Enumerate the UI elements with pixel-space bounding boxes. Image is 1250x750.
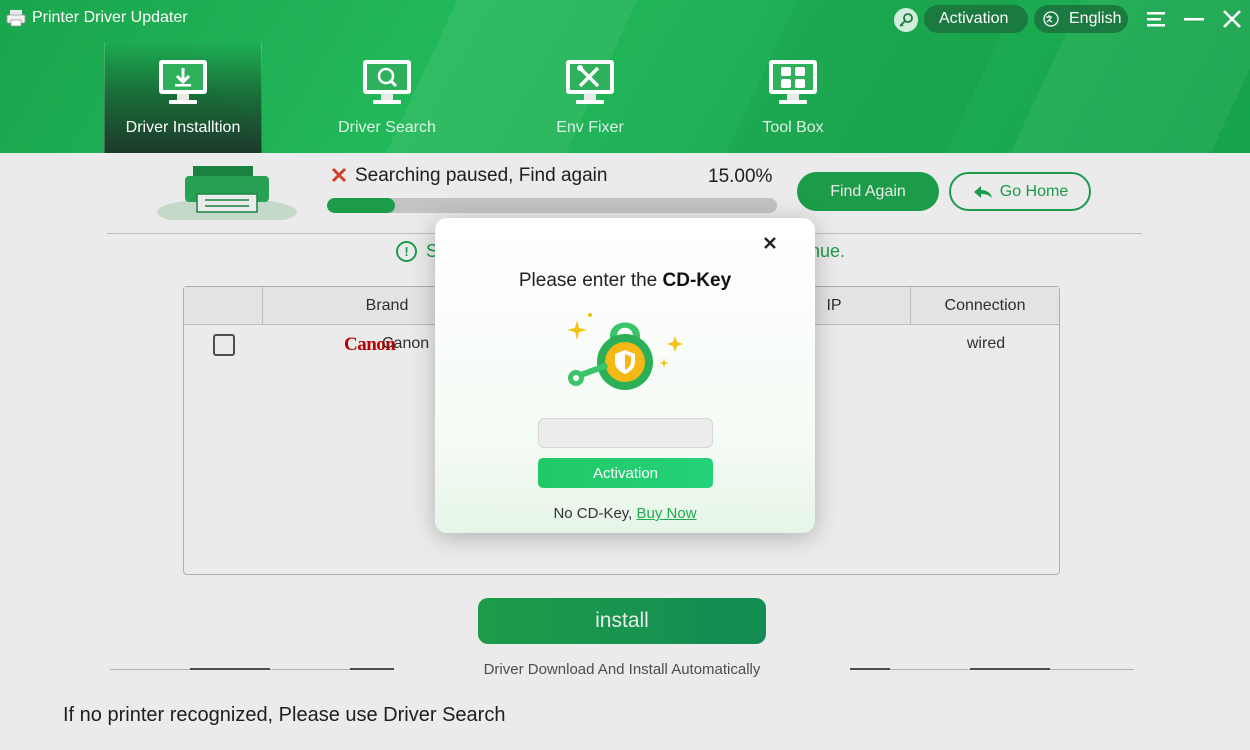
printer-app-icon xyxy=(6,10,26,27)
tab-label: Env Fixer xyxy=(556,119,624,136)
dialog-activation-button[interactable]: Activation xyxy=(538,458,713,488)
translate-icon xyxy=(1043,11,1059,27)
search-monitor-icon xyxy=(363,60,411,104)
tab-driver-search[interactable]: Driver Search xyxy=(308,42,466,153)
dialog-title: Please enter the CD-Key xyxy=(435,270,815,292)
language-label: English xyxy=(1069,10,1122,27)
minimize-button[interactable] xyxy=(1182,8,1206,30)
close-icon xyxy=(1223,10,1241,28)
cd-key-input[interactable] xyxy=(538,418,713,448)
close-icon xyxy=(764,237,776,249)
tab-label: Tool Box xyxy=(762,119,824,136)
menu-button[interactable] xyxy=(1144,8,1168,30)
activation-label: Activation xyxy=(939,10,1009,27)
lock-key-icon xyxy=(567,313,683,390)
buy-now-link[interactable]: Buy Now xyxy=(637,505,697,522)
cd-key-dialog: Please enter the CD-Key Activation No CD… xyxy=(435,218,815,533)
activation-button[interactable]: Activation xyxy=(924,5,1028,33)
language-selector[interactable]: English xyxy=(1034,5,1128,33)
close-dialog-button[interactable] xyxy=(760,233,780,253)
dialog-title-prefix: Please enter the xyxy=(518,270,658,291)
tab-tool-box[interactable]: Tool Box xyxy=(714,42,872,153)
title-bar: Printer Driver Updater Activation Englis… xyxy=(0,0,1250,38)
no-cd-key-text: No CD-Key, xyxy=(553,505,633,522)
close-window-button[interactable] xyxy=(1220,8,1244,30)
tab-label: Driver Search xyxy=(338,119,436,136)
download-monitor-icon xyxy=(159,60,207,104)
grid-monitor-icon xyxy=(769,60,817,104)
tab-driver-installation[interactable]: Driver Installtion xyxy=(104,42,262,153)
minimize-icon xyxy=(1184,18,1204,21)
tab-env-fixer[interactable]: Env Fixer xyxy=(511,42,669,153)
app-header: Printer Driver Updater Activation Englis… xyxy=(0,0,1250,153)
tab-label: Driver Installtion xyxy=(125,119,241,136)
dialog-footer: No CD-Key, Buy Now xyxy=(435,505,815,522)
dialog-title-bold: CD-Key xyxy=(662,270,732,291)
app-title: Printer Driver Updater xyxy=(32,9,188,26)
tools-monitor-icon xyxy=(566,60,614,104)
key-icon[interactable] xyxy=(894,8,918,32)
hamburger-icon xyxy=(1147,12,1165,27)
